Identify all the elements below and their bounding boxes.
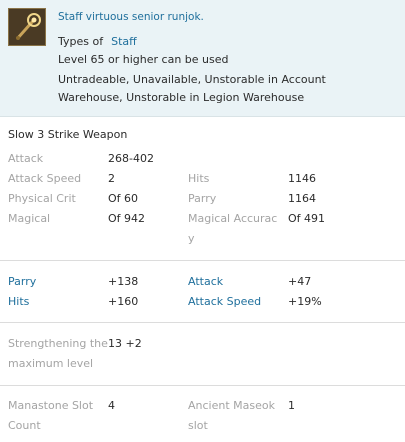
divider — [0, 260, 405, 261]
bonus-attack-speed-value: +19% — [288, 295, 322, 308]
item-type-row: Types of Staff — [58, 35, 137, 48]
attack-speed-label: Attack Speed — [8, 172, 82, 185]
magical-accuracy-value: Of 491 — [288, 212, 326, 225]
bonus-parry-label: Parry — [8, 275, 37, 288]
item-header: Staff virtuous senior runjok. Types of St… — [0, 0, 405, 117]
ancient-maseok-slot-label: Ancient Maseok slot — [188, 399, 275, 432]
type-link[interactable]: Staff — [111, 35, 137, 48]
attack-speed-value: 2 — [108, 172, 115, 185]
item-name: Staff virtuous senior runjok. — [58, 11, 204, 23]
strengthening-value: 13 +2 — [108, 337, 142, 350]
attack-value: 268-402 — [108, 152, 154, 165]
divider — [0, 322, 405, 323]
manastone-slot-label: Manastone Slot Count — [8, 399, 94, 432]
magical-value: Of 942 — [108, 212, 146, 225]
magical-label: Magical — [8, 212, 51, 225]
restrictions: Untradeable, Unavailable, Unstorable in … — [58, 73, 326, 104]
bonus-parry-value: +138 — [108, 275, 139, 288]
magical-accuracy-label: Magical Accurac y — [188, 212, 278, 245]
hits-label: Hits — [188, 172, 210, 185]
bonus-hits-value: +160 — [108, 295, 139, 308]
weapon-type: Slow 3 Strike Weapon — [8, 128, 128, 141]
divider — [0, 385, 405, 386]
bonus-hits-label: Hits — [8, 295, 30, 308]
types-label: Types of — [58, 35, 104, 48]
ancient-maseok-slot-value: 1 — [288, 399, 295, 412]
strengthening-label: Strengthening the maximum level — [8, 337, 108, 370]
physical-crit-label: Physical Crit — [8, 192, 76, 205]
parry-value: 1164 — [288, 192, 316, 205]
bonus-attack-speed-label: Attack Speed — [188, 295, 262, 308]
attack-label: Attack — [8, 152, 44, 165]
level-requirement: Level 65 or higher can be used — [58, 53, 229, 66]
bonus-attack-label: Attack — [188, 275, 224, 288]
manastone-slot-value: 4 — [108, 399, 115, 412]
staff-icon — [8, 8, 46, 46]
hits-value: 1146 — [288, 172, 316, 185]
parry-label: Parry — [188, 192, 217, 205]
physical-crit-value: Of 60 — [108, 192, 139, 205]
bonus-attack-value: +47 — [288, 275, 312, 288]
